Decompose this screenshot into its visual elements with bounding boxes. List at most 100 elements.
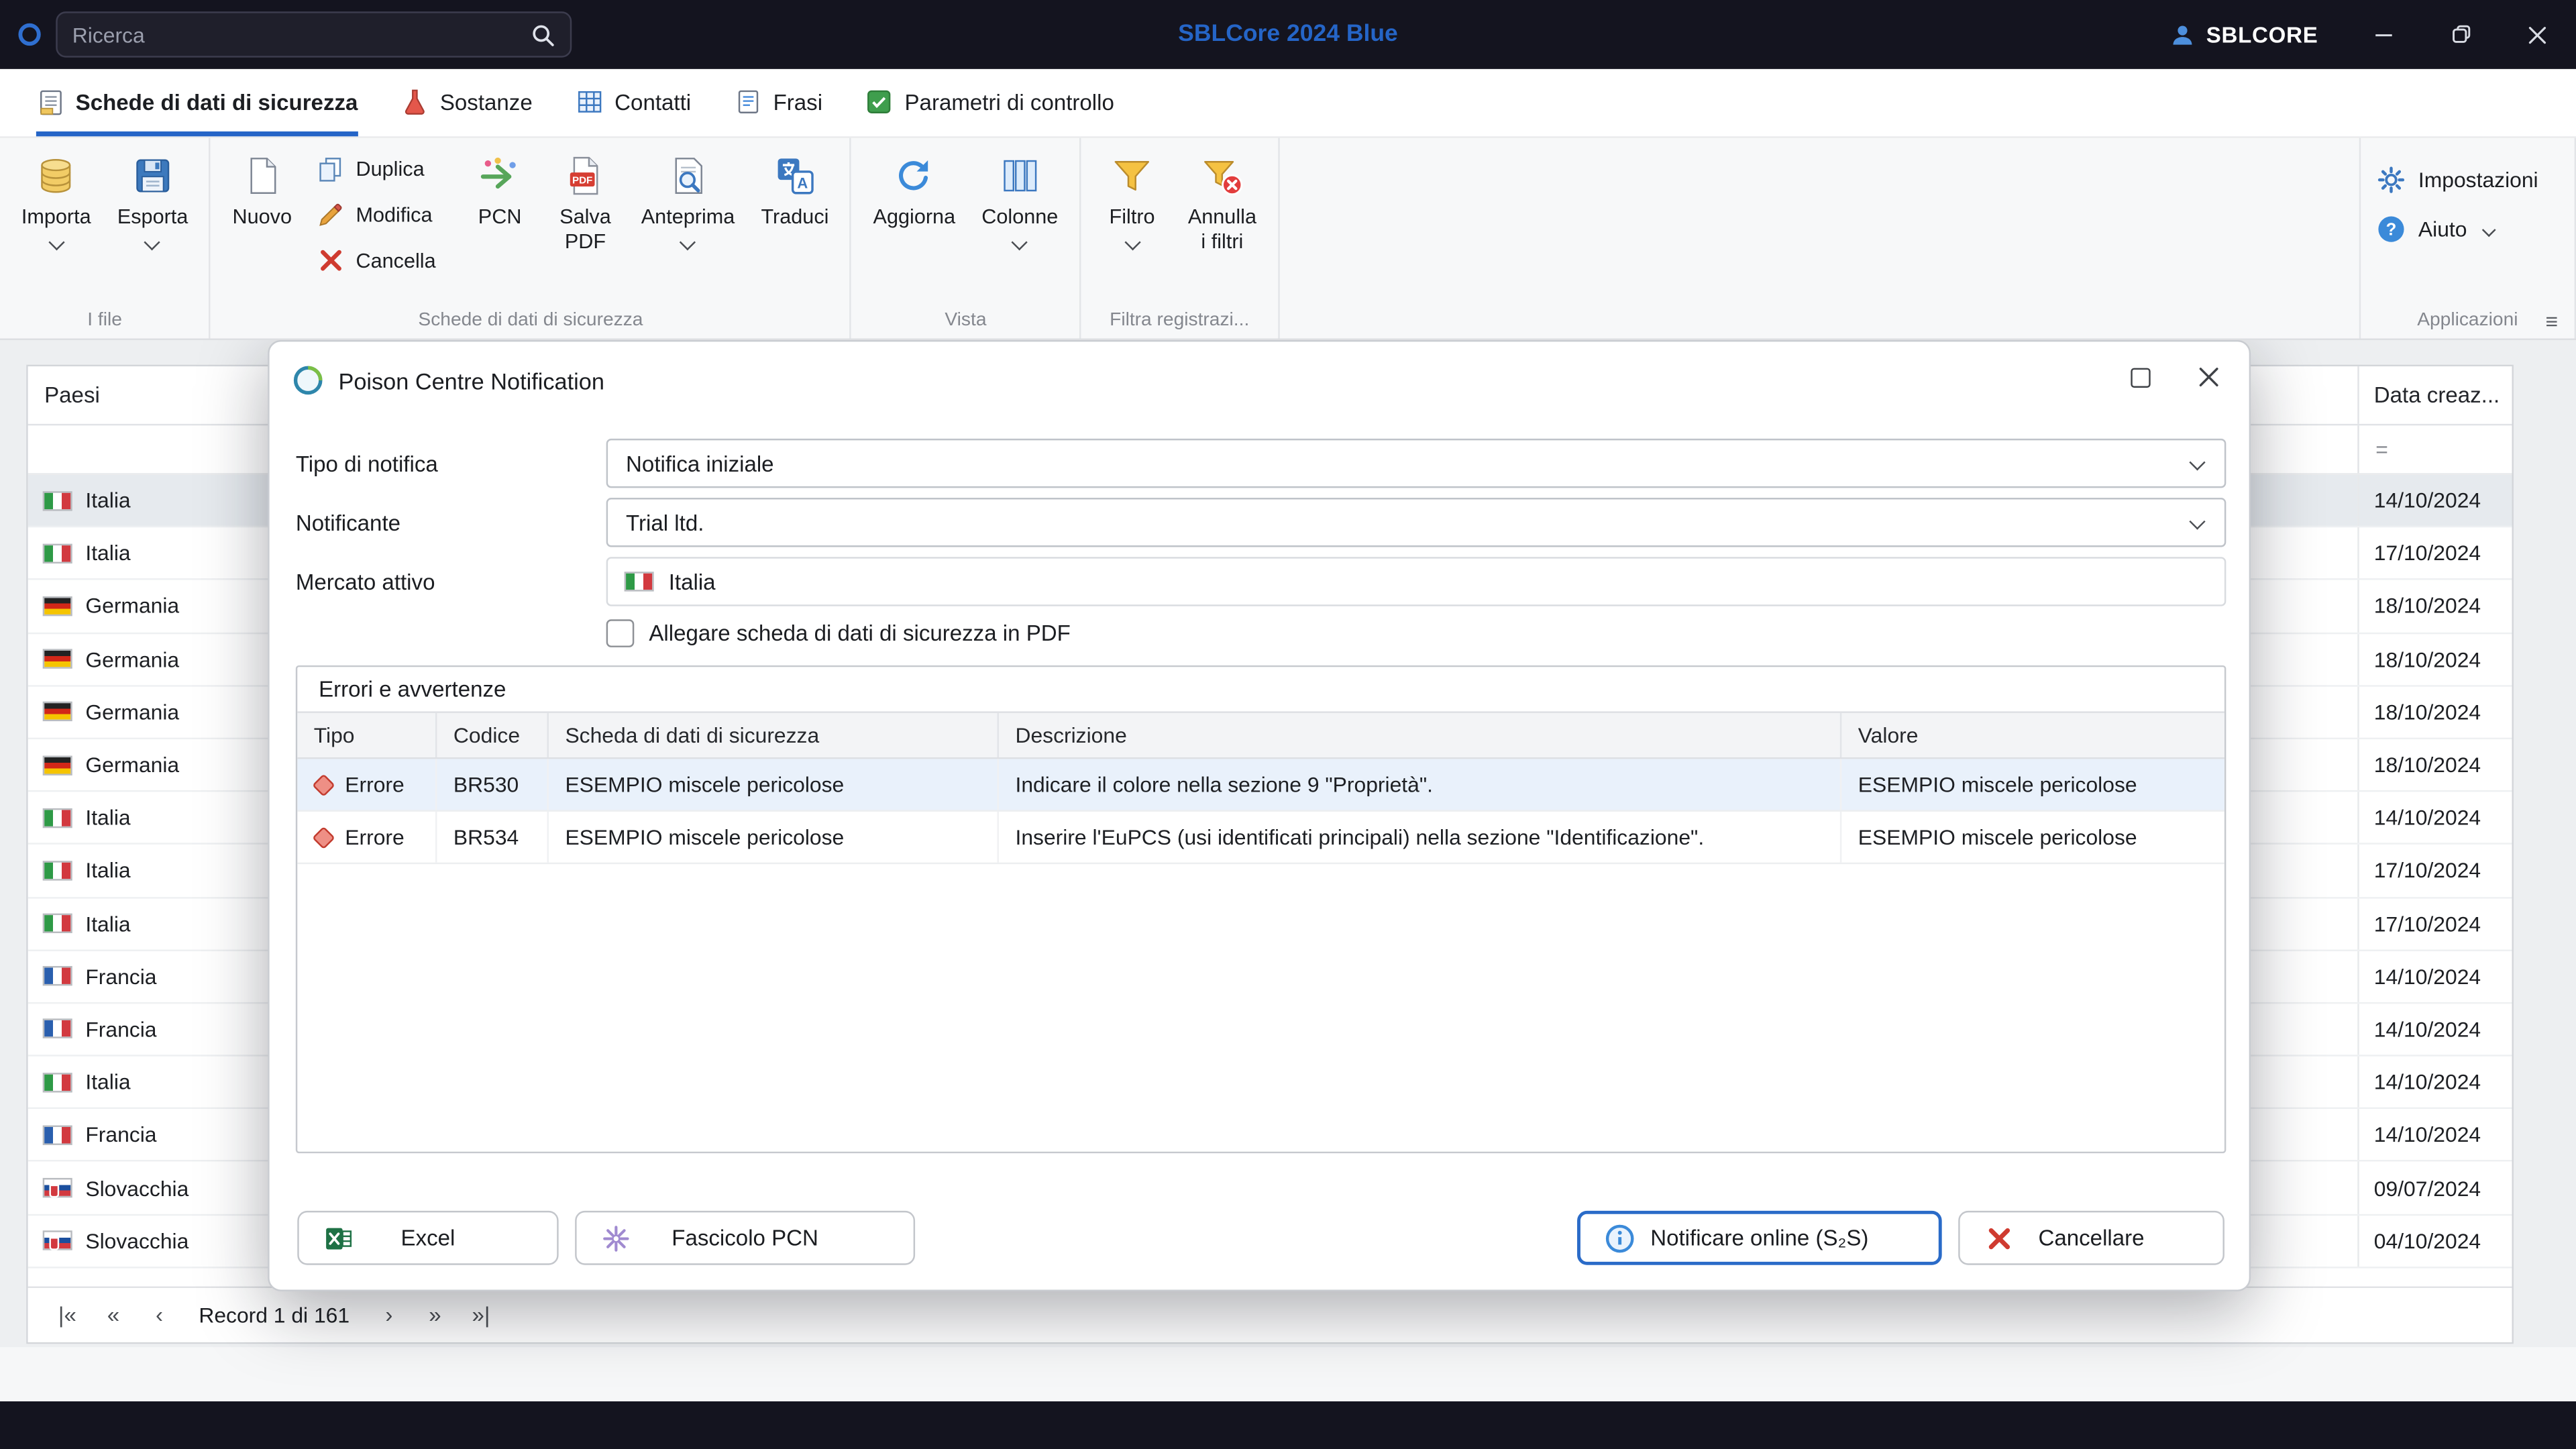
date-cell: 14/10/2024 [2357, 474, 2512, 527]
minimize-button[interactable] [2345, 0, 2422, 69]
tab-contatti[interactable]: Contatti [575, 69, 691, 136]
ribbon-button-label: Duplica [356, 156, 425, 180]
ribbon-button-duplica[interactable]: Duplica [317, 148, 436, 189]
ribbon-button-pcn[interactable]: PCN [459, 145, 541, 230]
ribbon-button-aggiorna[interactable]: Aggiorna [861, 145, 967, 230]
ribbon-button-esporta[interactable]: Esporta [106, 145, 200, 251]
date-cell: 14/10/2024 [2357, 1109, 2512, 1161]
help-button[interactable]: ? Aiuto [2377, 215, 2558, 244]
pcn-dialog: Poison Centre Notification Tipo di notif… [268, 339, 2251, 1291]
errors-column-header[interactable]: Scheda di dati di sicurezza [549, 712, 999, 757]
tipo-di-notifica-select[interactable]: Notifica iniziale [606, 438, 2226, 488]
dialog-maximize-button[interactable] [2131, 366, 2151, 395]
error-row[interactable]: Errore BR530 ESEMPIO miscele pericolose Ind… [297, 759, 2224, 812]
ribbon-button-label: Annulla i filtri [1187, 205, 1256, 254]
titlebar-right: SBLCORE [2170, 0, 2576, 69]
nav-last-button[interactable]: »| [462, 1295, 501, 1335]
ribbon-button-salva-pdf[interactable]: PDF Salva PDF [544, 145, 626, 255]
errors-column-header[interactable]: Descrizione [999, 712, 1842, 757]
ribbon-button-label: Nuovo [232, 205, 292, 229]
notify-online-button[interactable]: Notificare online (S₂S) [1577, 1210, 1942, 1265]
chevron-down-icon [48, 234, 64, 251]
nav-next-button[interactable]: › [369, 1295, 409, 1335]
ribbon-group-label: Schede di dati di sicurezza [418, 310, 643, 331]
status-bar [0, 1401, 2576, 1449]
ribbon-button-cancella[interactable]: Cancella [317, 240, 436, 281]
pdf-save-icon: PDF [564, 151, 607, 200]
chevron-down-icon [2189, 454, 2206, 471]
mercato-attivo-value: Italia [668, 569, 716, 594]
search-box[interactable] [56, 11, 572, 58]
cancel-button[interactable]: Cancellare [1958, 1210, 2224, 1265]
errors-column-header[interactable]: Tipo [297, 712, 437, 757]
date-cell: 04/10/2024 [2357, 1215, 2512, 1267]
nav-first-button[interactable]: |« [48, 1295, 87, 1335]
flag-sk-icon [42, 1230, 72, 1251]
dialog-close-button[interactable] [2196, 366, 2221, 393]
search-input[interactable] [72, 22, 531, 47]
ribbon-button-label: Salva PDF [559, 205, 611, 254]
pcn-arrow-icon [478, 151, 521, 200]
nav-prev-button[interactable]: ‹ [140, 1295, 179, 1335]
country-name: Italia [85, 805, 131, 830]
ribbon-button-nuovo[interactable]: Nuovo [221, 145, 303, 230]
ribbon-group-label-applicazioni: Applicazioni [2417, 310, 2518, 331]
search-icon[interactable] [531, 22, 555, 47]
nav-fast-prev-button[interactable]: « [94, 1295, 133, 1335]
tab-frasi[interactable]: Frasi [734, 69, 822, 136]
tab-parametri-di-controllo[interactable]: Parametri di controllo [865, 69, 1114, 136]
attach-sds-pdf-label: Allegare scheda di dati di sicurezza in … [649, 620, 1071, 645]
date-cell: 14/10/2024 [2357, 1056, 2512, 1108]
flag-sk-icon [42, 1177, 72, 1198]
errors-table-header: Tipo Codice Scheda di dati di sicurezza Des… [297, 711, 2224, 759]
delete-x-icon [317, 246, 345, 274]
ribbon-button-anteprima[interactable]: Anteprima [630, 145, 747, 251]
ribbon-button-modifica[interactable]: Modifica [317, 194, 436, 235]
close-button[interactable] [2499, 0, 2576, 69]
fascicolo-pcn-button[interactable]: Fascicolo PCN [575, 1210, 916, 1265]
flag-de-icon [42, 755, 72, 775]
ribbon-button-colonne[interactable]: Colonne [970, 145, 1069, 251]
preview-icon [667, 151, 710, 200]
date-cell: 18/10/2024 [2357, 633, 2512, 685]
ribbon-button-traduci[interactable]: A Traduci [749, 145, 840, 230]
date-cell: 18/10/2024 [2357, 580, 2512, 632]
ribbon-button-importa[interactable]: Importa [10, 145, 103, 251]
tab-schede-di-dati-di-sicurezza[interactable]: Schede di dati di sicurezza [36, 69, 358, 137]
flag-it-icon [42, 1072, 72, 1092]
maximize-button[interactable] [2422, 0, 2499, 69]
error-descrizione-cell: Indicare il colore nella sezione 9 "Prop… [999, 759, 1842, 810]
notificante-select[interactable]: Trial ltd. [606, 498, 2226, 547]
ribbon-button-label: Colonne [981, 205, 1059, 229]
errors-column-header[interactable]: Valore [1841, 713, 2224, 757]
ribbon-button-filtro[interactable]: Filtro [1091, 145, 1173, 251]
error-row[interactable]: Errore BR534 ESEMPIO miscele pericolose Ins… [297, 811, 2224, 865]
fascicolo-pcn-button-label: Fascicolo PCN [672, 1225, 818, 1250]
errors-column-header[interactable]: Codice [437, 712, 549, 757]
ribbon-button-label: Importa [21, 205, 91, 229]
checkbox-icon[interactable] [606, 619, 635, 647]
user-account-button[interactable]: SBLCORE [2170, 22, 2318, 47]
settings-label: Impostazioni [2418, 167, 2538, 193]
settings-button[interactable]: Impostazioni [2377, 166, 2558, 194]
flag-it-icon [624, 572, 654, 592]
country-name: Francia [85, 1016, 157, 1042]
app-logo-icon [16, 21, 42, 48]
country-name: Italia [85, 488, 131, 513]
column-header-data-creazione[interactable]: Data creaz... [2357, 366, 2512, 424]
filter-operator[interactable]: = [2357, 425, 2512, 474]
notificante-value: Trial ltd. [626, 510, 704, 535]
titlebar: SBLCore 2024 Blue SBLCORE [0, 0, 2576, 69]
pcn-file-icon [601, 1223, 631, 1252]
ribbon-button-label: PCN [478, 205, 522, 229]
attach-sds-pdf-checkbox[interactable]: Allegare scheda di dati di sicurezza in … [606, 616, 2226, 649]
date-cell: 14/10/2024 [2357, 1004, 2512, 1055]
nav-fast-next-button[interactable]: » [415, 1295, 455, 1335]
tab-label: Sostanze [439, 89, 533, 115]
tab-sostanze[interactable]: Sostanze [400, 69, 533, 136]
error-valore-cell: ESEMPIO miscele pericolose [1858, 824, 2137, 850]
country-name: Italia [85, 1069, 131, 1095]
menu-icon[interactable]: ≡ [2545, 308, 2558, 333]
ribbon-button-annulla-i-filtri[interactable]: Annulla i filtri [1177, 145, 1268, 255]
excel-button[interactable]: Excel [297, 1210, 559, 1265]
